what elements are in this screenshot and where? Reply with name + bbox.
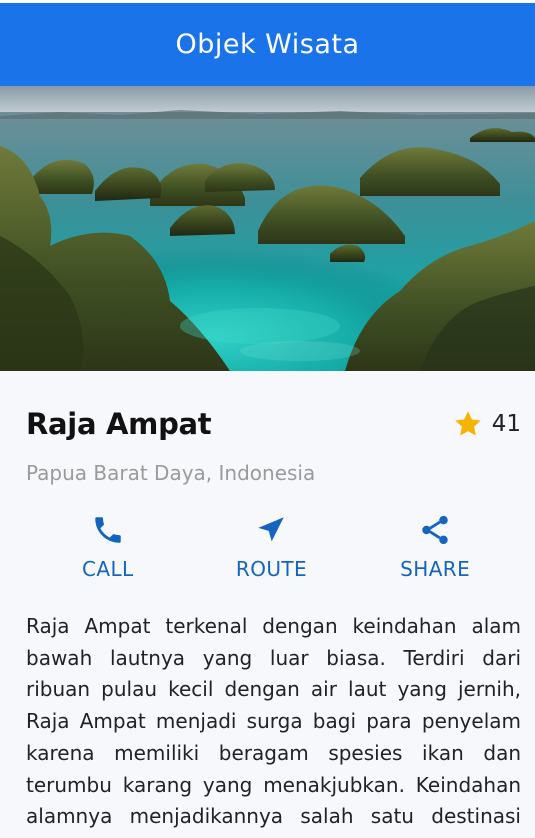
share-button[interactable]: SHARE	[365, 513, 505, 581]
star-icon[interactable]	[452, 408, 484, 440]
rating-count: 41	[491, 411, 521, 437]
detail-content: Raja Ampat 41 Papua Barat Daya, Indonesi…	[0, 405, 535, 838]
title-row: Raja Ampat 41	[26, 405, 521, 443]
screen: Objek Wisata Raja Ampat 41 Papua Barat D…	[0, 0, 535, 838]
description-text: Raja Ampat terkenal dengan keindahan ala…	[26, 614, 521, 838]
call-button[interactable]: CALL	[38, 513, 178, 581]
route-label: ROUTE	[235, 557, 308, 581]
app-bar-title: Objek Wisata	[175, 29, 360, 60]
route-button[interactable]: ROUTE	[201, 513, 341, 581]
location-subtitle: Papua Barat Daya, Indonesia	[26, 461, 316, 485]
navigation-arrow-icon	[258, 517, 285, 542]
rating[interactable]: 41	[452, 408, 521, 440]
place-title: Raja Ampat	[26, 407, 212, 441]
action-buttons: CALL ROUTE SHARE	[26, 513, 521, 581]
share-icon	[422, 515, 448, 545]
share-label: SHARE	[400, 557, 471, 581]
app-bar: Objek Wisata	[0, 3, 535, 86]
phone-icon	[95, 517, 121, 543]
call-label: CALL	[82, 557, 134, 581]
hero-image	[0, 86, 535, 371]
hero-photo	[0, 86, 535, 371]
